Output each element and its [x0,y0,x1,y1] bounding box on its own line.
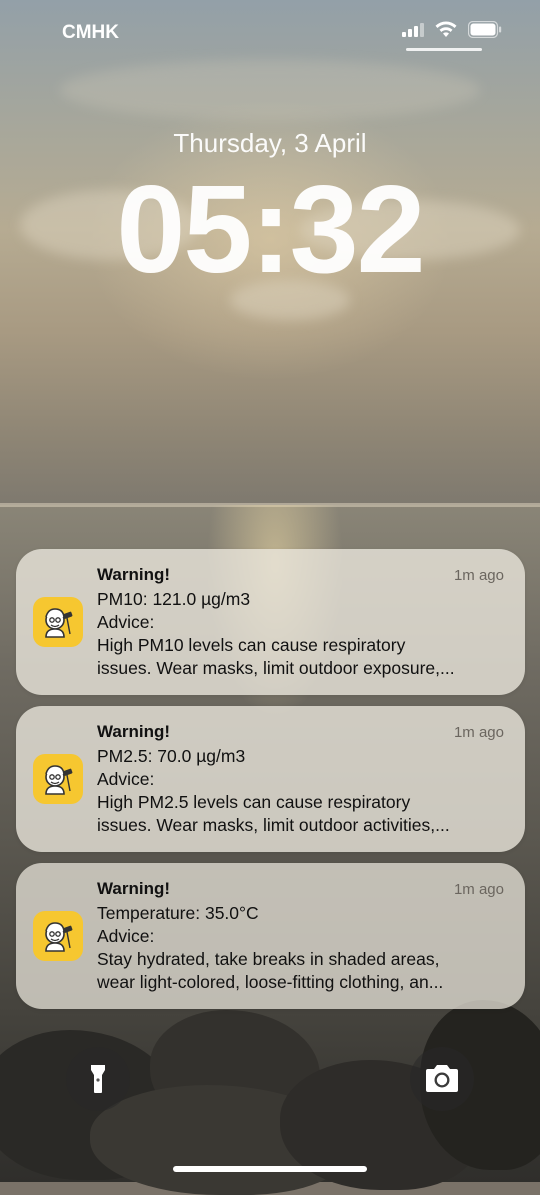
notification-advice-text: issues. Wear masks, limit outdoor activi… [97,815,450,835]
notification-time: 1m ago [453,881,504,898]
notification-reading: PM2.5: 70.0 µg/m3 [97,746,246,766]
scientist-app-icon [33,911,83,961]
notification-advice-text: Stay hydrated, take breaks in shaded are… [97,949,440,969]
carrier-label: CMHK [62,22,119,43]
notification-title: Warning! [97,722,171,741]
lock-screen-date: Thursday, 3 April [173,128,367,158]
notification-advice-label: Advice: [97,926,155,946]
notification-card[interactable]: Warning! 1m ago PM10: 121.0 µg/m3 Advice… [16,549,525,695]
notification-reading: Temperature: 35.0°C [97,903,259,923]
status-bar-underline [406,48,482,51]
wallpaper-cloud [60,60,480,120]
notification-title: Warning! [97,879,171,898]
scientist-app-icon [33,597,83,647]
notification-card[interactable]: Warning! 1m ago PM2.5: 70.0 µg/m3 Advice… [16,706,525,852]
notification-advice-text: High PM2.5 levels can cause respiratory [97,792,411,812]
status-icons [402,20,502,38]
notification-advice-label: Advice: [97,612,155,632]
cellular-signal-icon [402,21,424,37]
flashlight-icon [91,1065,105,1093]
lock-screen-time: 05:32 [116,161,425,299]
notification-advice-text: High PM10 levels can cause respiratory [97,635,406,655]
notification-card[interactable]: Warning! 1m ago Temperature: 35.0°C Advi… [16,863,525,1009]
home-indicator[interactable] [173,1166,367,1172]
notification-advice-text: wear light-colored, loose-fitting clothi… [97,972,444,992]
flashlight-button[interactable] [66,1047,130,1111]
notification-title: Warning! [97,565,171,584]
camera-icon [426,1065,458,1092]
notification-advice-label: Advice: [97,769,155,789]
wifi-icon [434,20,458,38]
notification-time: 1m ago [453,724,504,741]
notification-reading: PM10: 121.0 µg/m3 [97,589,251,609]
notification-time: 1m ago [453,567,504,584]
notification-advice-text: issues. Wear masks, limit outdoor exposu… [97,658,455,678]
camera-button[interactable] [410,1047,474,1111]
battery-icon [468,20,502,38]
scientist-app-icon [33,754,83,804]
